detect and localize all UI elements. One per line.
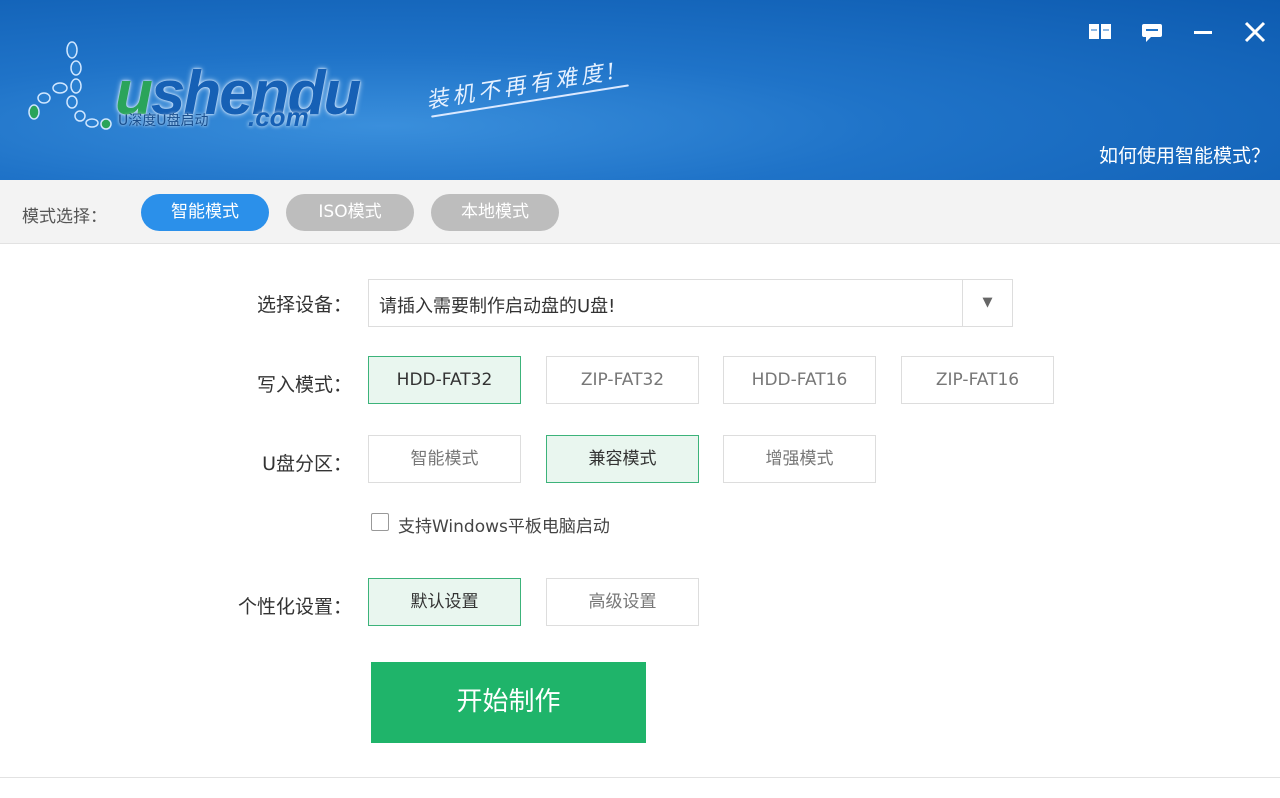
- partition-label: U盘分区：: [0, 449, 352, 476]
- slogan: 装机不再有难度!: [424, 53, 621, 115]
- logo-footprint-icon: [20, 40, 120, 140]
- book-icon[interactable]: [1086, 18, 1114, 46]
- write-zip-fat16[interactable]: ZIP-FAT16: [901, 356, 1054, 404]
- custom-advanced[interactable]: 高级设置: [546, 578, 699, 626]
- close-icon[interactable]: [1241, 18, 1269, 46]
- tablet-checkbox-label[interactable]: 支持Windows平板电脑启动: [398, 512, 610, 537]
- device-value: 请插入需要制作启动盘的U盘!: [379, 292, 615, 318]
- tablet-checkbox[interactable]: [371, 513, 389, 531]
- partition-enhanced[interactable]: 增强模式: [723, 435, 876, 483]
- write-hdd-fat32[interactable]: HDD-FAT32: [368, 356, 521, 404]
- write-mode-label: 写入模式：: [0, 370, 352, 397]
- mode-iso-button[interactable]: ISO模式: [286, 194, 414, 231]
- partition-smart[interactable]: 智能模式: [368, 435, 521, 483]
- header-banner: ushendu U深度U盘启动 .com 装机不再有难度! 如何使用智能模式？: [0, 0, 1280, 180]
- mode-label: 模式选择：: [22, 202, 107, 227]
- partition-compatible[interactable]: 兼容模式: [546, 435, 699, 483]
- custom-default[interactable]: 默认设置: [368, 578, 521, 626]
- mode-smart-button[interactable]: 智能模式: [141, 194, 269, 231]
- chevron-down-icon[interactable]: ▼: [962, 280, 1012, 326]
- help-link[interactable]: 如何使用智能模式？: [1099, 141, 1270, 168]
- mode-local-button[interactable]: 本地模式: [431, 194, 559, 231]
- device-select[interactable]: 请插入需要制作启动盘的U盘! ▼: [368, 279, 1013, 327]
- write-hdd-fat16[interactable]: HDD-FAT16: [723, 356, 876, 404]
- message-icon[interactable]: [1138, 18, 1166, 46]
- minimize-icon[interactable]: [1189, 18, 1217, 46]
- footer-divider: [0, 777, 1280, 778]
- logo-sub: U深度U盘启动: [118, 110, 209, 130]
- device-label: 选择设备：: [0, 290, 352, 317]
- start-button[interactable]: 开始制作: [371, 662, 646, 743]
- custom-label: 个性化设置：: [0, 592, 352, 619]
- write-zip-fat32[interactable]: ZIP-FAT32: [546, 356, 699, 404]
- logo-domain: .com: [248, 102, 309, 133]
- ushendu-logo: ushendu U深度U盘启动 .com: [20, 40, 400, 140]
